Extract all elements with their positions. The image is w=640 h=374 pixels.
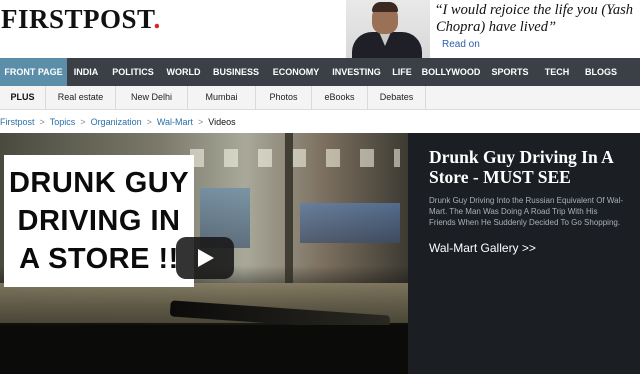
video-caption-line: DRUNK GUY	[8, 167, 190, 199]
video-player[interactable]: DRUNK GUY DRIVING IN A STORE !!	[0, 133, 408, 374]
breadcrumb-separator: >	[80, 117, 86, 127]
subnav-item-photos[interactable]: Photos	[256, 86, 312, 109]
nav-item-india[interactable]: INDIA	[67, 58, 105, 86]
subnav-item-new-delhi[interactable]: New Delhi	[116, 86, 188, 109]
read-on-link[interactable]: Read on	[442, 39, 480, 50]
subnav-item-real-estate[interactable]: Real estate	[46, 86, 116, 109]
breadcrumb-separator: >	[146, 117, 152, 127]
breadcrumb-item-organization[interactable]: Organization	[91, 117, 142, 127]
nav-item-investing[interactable]: INVESTING	[326, 58, 387, 86]
nav-item-life[interactable]: LIFE	[387, 58, 417, 86]
breadcrumb: Firstpost > Topics > Organization > Wal-…	[0, 116, 236, 128]
video-description: Drunk Guy Driving Into the Russian Equiv…	[429, 196, 624, 227]
video-caption-line: A STORE !!	[19, 243, 179, 275]
nav-item-blogs[interactable]: BLOGS	[579, 58, 623, 86]
video-info-panel: Drunk Guy Driving In A Store - MUST SEE …	[408, 133, 640, 374]
subnav-item-plus[interactable]: PLUS	[0, 86, 46, 109]
nav-item-business[interactable]: BUSINESS	[206, 58, 266, 86]
promo-quote[interactable]: “I would rejoice the life you (Yash Chop…	[436, 2, 640, 36]
main-nav: FRONT PAGE INDIA POLITICS WORLD BUSINESS…	[0, 58, 640, 86]
breadcrumb-item-firstpost[interactable]: Firstpost	[0, 117, 35, 127]
logo-dot: .	[153, 4, 161, 34]
nav-item-politics[interactable]: POLITICS	[105, 58, 161, 86]
breadcrumb-item-wal-mart[interactable]: Wal-Mart	[157, 117, 193, 127]
video-title[interactable]: Drunk Guy Driving In A Store - MUST SEE	[429, 147, 626, 187]
gallery-link[interactable]: Wal-Mart Gallery >>	[429, 241, 626, 255]
play-icon	[198, 249, 214, 267]
promo-photo[interactable]	[346, 0, 430, 58]
nav-item-sports[interactable]: SPORTS	[485, 58, 535, 86]
video-store-shelf	[300, 203, 400, 243]
sub-nav: PLUS Real estate New Delhi Mumbai Photos…	[0, 86, 640, 110]
breadcrumb-separator: >	[198, 117, 204, 127]
site-logo[interactable]: FIRSTPOST.	[1, 4, 161, 35]
video-caption: DRUNK GUY DRIVING IN A STORE !!	[4, 155, 194, 287]
promo-quote-text: I would rejoice the life you (Yash Chopr…	[436, 2, 634, 35]
site-header: FIRSTPOST. “I would rejoice the life you…	[0, 0, 640, 58]
nav-item-bollywood[interactable]: BOLLYWOOD	[417, 58, 485, 86]
nav-item-economy[interactable]: ECONOMY	[266, 58, 326, 86]
logo-text: FIRSTPOST	[1, 4, 154, 34]
breadcrumb-current: Videos	[208, 117, 236, 127]
video-caption-line: DRIVING IN	[17, 205, 181, 237]
video-ceiling-lights	[190, 149, 400, 167]
video-dashboard	[0, 325, 408, 374]
video-window-pillar	[285, 133, 293, 283]
breadcrumb-item-topics[interactable]: Topics	[50, 117, 76, 127]
play-button[interactable]	[176, 237, 234, 279]
nav-item-front-page[interactable]: FRONT PAGE	[0, 58, 67, 86]
breadcrumb-separator: >	[39, 117, 45, 127]
promo-photo-hair	[372, 2, 398, 12]
subnav-item-mumbai[interactable]: Mumbai	[188, 86, 256, 109]
subnav-item-debates[interactable]: Debates	[368, 86, 426, 109]
subnav-item-ebooks[interactable]: eBooks	[312, 86, 368, 109]
nav-item-tech[interactable]: TECH	[535, 58, 579, 86]
nav-item-world[interactable]: WORLD	[161, 58, 206, 86]
